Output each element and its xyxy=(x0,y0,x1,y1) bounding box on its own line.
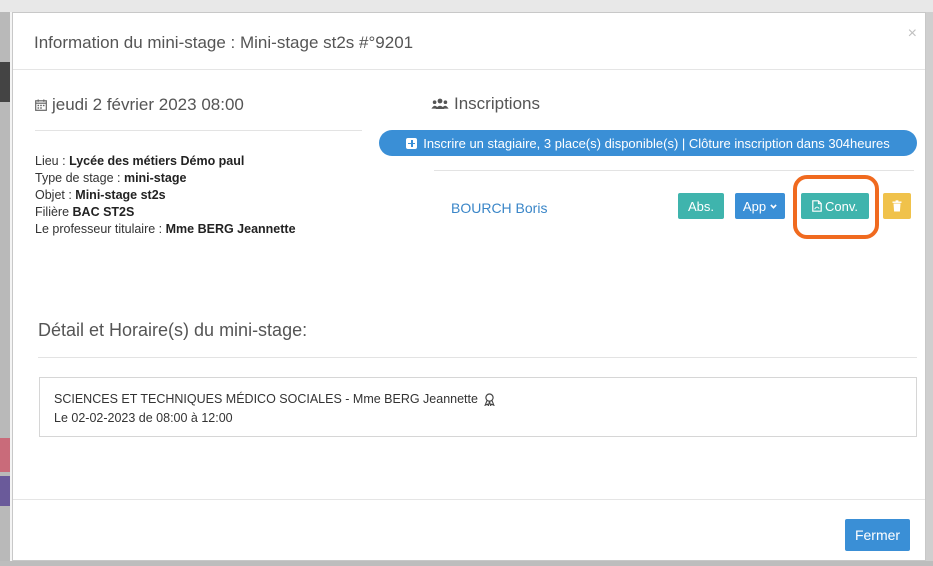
info-label: Objet : xyxy=(35,188,76,202)
info-row-teacher: Le professeur titulaire : Mme BERG Jeann… xyxy=(35,221,296,238)
modal-footer-divider xyxy=(13,499,925,500)
info-value: BAC ST2S xyxy=(72,205,135,219)
info-label: Filière xyxy=(35,205,73,219)
absence-button-label: Abs. xyxy=(687,198,714,214)
award-icon xyxy=(484,392,495,406)
app-button-label: App xyxy=(742,198,767,214)
divider xyxy=(434,170,914,171)
info-row-location: Lieu : Lycée des métiers Démo paul xyxy=(35,153,296,170)
divider xyxy=(38,357,917,358)
background-sidebar-block xyxy=(0,476,10,506)
register-intern-label: Inscrire un stagiaire, 3 place(s) dispon… xyxy=(423,135,890,151)
close-button[interactable]: Fermer xyxy=(845,519,910,551)
plus-square-icon xyxy=(406,137,418,149)
info-row-type: Type de stage : mini-stage xyxy=(35,170,296,187)
schedule-subject-row: SCIENCES ET TECHNIQUES MÉDICO SOCIALES -… xyxy=(54,392,496,406)
delete-button[interactable] xyxy=(883,193,911,219)
users-icon xyxy=(431,98,449,109)
trash-icon xyxy=(892,200,902,212)
mini-stage-modal: Information du mini-stage : Mini-stage s… xyxy=(12,12,926,561)
student-link[interactable]: BOURCH Boris xyxy=(451,200,547,216)
background-sidebar-block xyxy=(0,438,10,472)
info-value: Mme BERG Jeannette xyxy=(165,222,296,236)
details-heading: Détail et Horaire(s) du mini-stage: xyxy=(38,320,308,340)
modal-header: Information du mini-stage : Mini-stage s… xyxy=(13,13,925,70)
close-icon[interactable]: × xyxy=(908,25,917,43)
inscriptions-heading: Inscriptions xyxy=(431,94,540,114)
event-date-text: jeudi 2 février 2023 08:00 xyxy=(52,95,244,114)
info-value: Mini-stage st2s xyxy=(75,188,166,202)
highlight-annotation xyxy=(793,175,879,239)
info-value: mini-stage xyxy=(123,171,187,185)
event-info: Lieu : Lycée des métiers Démo paul Type … xyxy=(35,153,296,238)
info-label: Type de stage : xyxy=(35,171,124,185)
schedule-subject: SCIENCES ET TECHNIQUES MÉDICO SOCIALES -… xyxy=(54,392,478,406)
background-bottom-edge xyxy=(0,561,933,566)
info-label: Le professeur titulaire : xyxy=(35,222,166,236)
schedule-panel: SCIENCES ET TECHNIQUES MÉDICO SOCIALES -… xyxy=(39,377,917,437)
chevron-down-icon xyxy=(770,203,777,209)
info-row-track: Filière BAC ST2S xyxy=(35,204,296,221)
info-row-object: Objet : Mini-stage st2s xyxy=(35,187,296,204)
app-dropdown-button[interactable]: App xyxy=(735,193,785,219)
calendar-icon xyxy=(35,99,47,111)
background-right-edge xyxy=(926,12,933,566)
background-topbar xyxy=(0,0,933,12)
absence-button[interactable]: Abs. xyxy=(678,193,724,219)
info-label: Lieu : xyxy=(35,154,70,168)
background-sidebar-block xyxy=(0,62,10,102)
modal-title: Information du mini-stage : Mini-stage s… xyxy=(34,33,414,52)
divider xyxy=(35,130,362,131)
background-sidebar xyxy=(0,12,10,566)
schedule-time: Le 02-02-2023 de 08:00 à 12:00 xyxy=(54,411,233,425)
event-date: jeudi 2 février 2023 08:00 xyxy=(35,95,244,115)
register-intern-button[interactable]: Inscrire un stagiaire, 3 place(s) dispon… xyxy=(379,130,917,156)
inscriptions-title: Inscriptions xyxy=(454,94,540,113)
info-value: Lycée des métiers Démo paul xyxy=(69,154,245,168)
